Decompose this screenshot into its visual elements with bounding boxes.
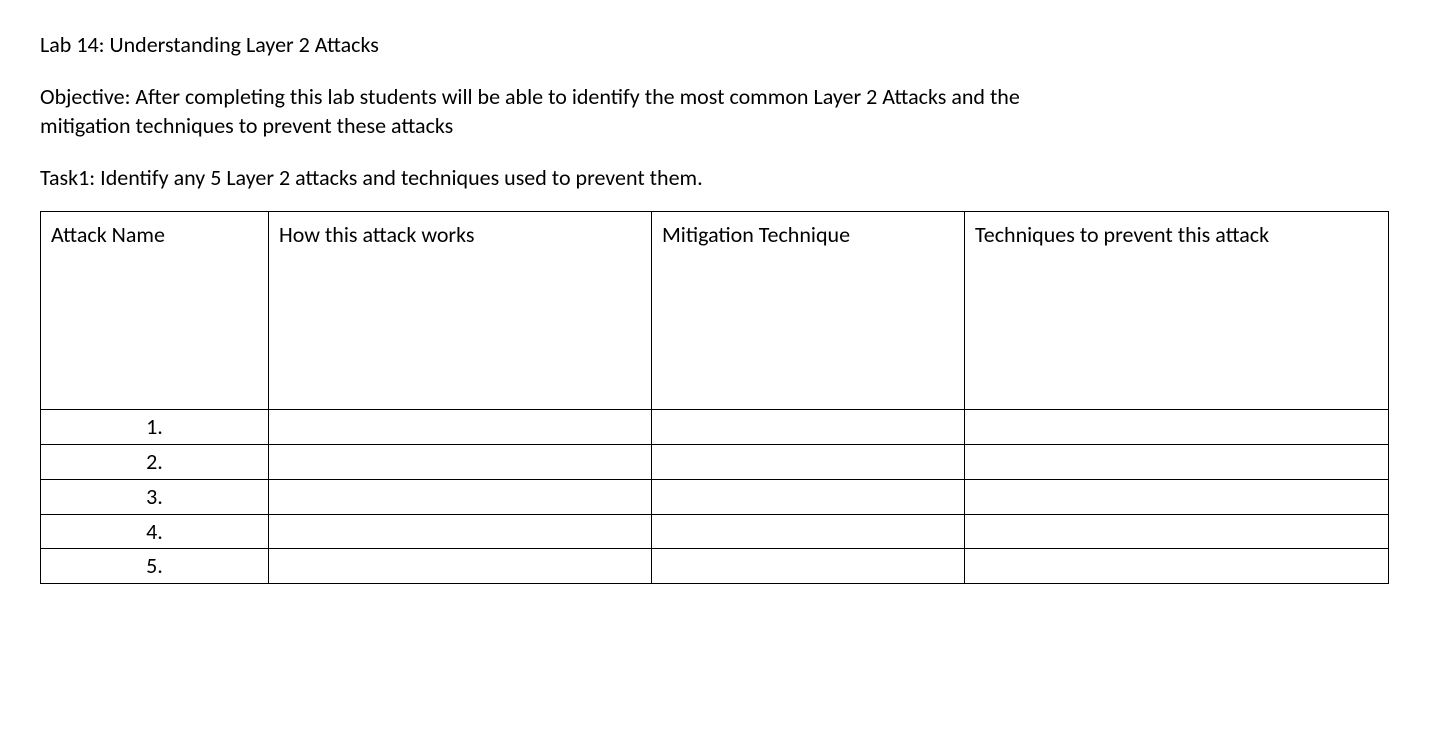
row-number: 5. [41,549,269,584]
cell-techniques [965,445,1389,480]
cell-mitigation [652,445,965,480]
row-number: 4. [41,514,269,549]
row-number: 2. [41,445,269,480]
task-description: Task1: Identify any 5 Layer 2 attacks an… [40,163,1394,193]
table-row: 2. [41,445,1389,480]
cell-how-works [269,514,652,549]
header-mitigation: Mitigation Technique [652,211,965,410]
table-header-row: Attack Name How this attack works Mitiga… [41,211,1389,410]
cell-techniques [965,549,1389,584]
cell-how-works [269,479,652,514]
cell-how-works [269,549,652,584]
row-number: 1. [41,410,269,445]
table-row: 5. [41,549,1389,584]
table-row: 3. [41,479,1389,514]
cell-mitigation [652,514,965,549]
cell-mitigation [652,549,965,584]
cell-how-works [269,445,652,480]
cell-techniques [965,410,1389,445]
cell-mitigation [652,479,965,514]
cell-how-works [269,410,652,445]
lab-title: Lab 14: Understanding Layer 2 Attacks [40,30,1394,60]
header-techniques: Techniques to prevent this attack [965,211,1389,410]
table-row: 1. [41,410,1389,445]
row-number: 3. [41,479,269,514]
table-row: 4. [41,514,1389,549]
header-attack-name: Attack Name [41,211,269,410]
cell-mitigation [652,410,965,445]
lab-objective: Objective: After completing this lab stu… [40,82,1090,141]
attacks-table: Attack Name How this attack works Mitiga… [40,211,1389,584]
cell-techniques [965,479,1389,514]
header-how-works: How this attack works [269,211,652,410]
cell-techniques [965,514,1389,549]
